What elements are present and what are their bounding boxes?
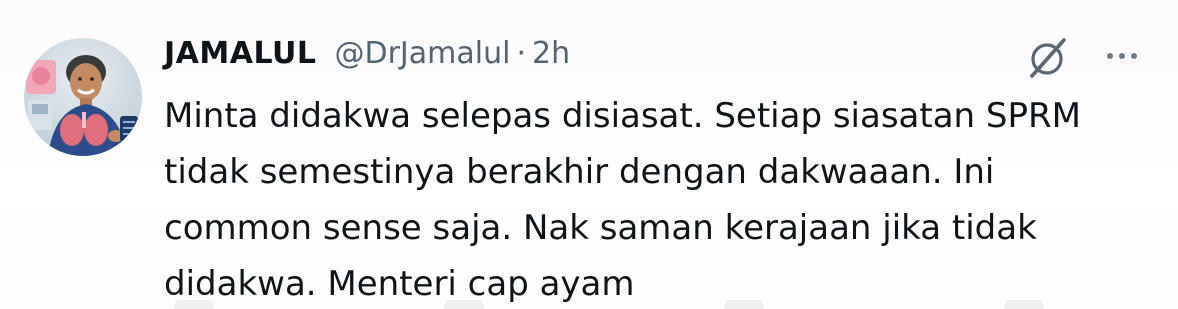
share-icon[interactable] xyxy=(1004,300,1044,309)
reply-icon[interactable] xyxy=(174,300,214,309)
grok-icon xyxy=(1030,38,1066,78)
tweet-text-line: common sense saja. Nak saman kerajaan ji… xyxy=(164,208,1037,248)
separator-dot: · xyxy=(516,36,526,71)
more-options-dot xyxy=(1131,53,1137,59)
tweet-text-line: tidak semestinya berakhir dengan dakwaaa… xyxy=(164,152,995,192)
grok-button[interactable] xyxy=(1022,32,1074,84)
tweet-card[interactable]: JAMALUL @DrJamalul · 2h Minta didakwa se… xyxy=(0,0,1178,309)
tweet-text-line: Minta didakwa selepas disiasat. Setiap s… xyxy=(164,96,1081,136)
tweet-header: JAMALUL @DrJamalul · 2h xyxy=(164,36,570,76)
display-name[interactable]: JAMALUL xyxy=(164,36,316,71)
tweet-text: Minta didakwa selepas disiasat. Setiap s… xyxy=(164,88,1154,309)
like-icon[interactable] xyxy=(724,300,764,309)
more-options-button[interactable] xyxy=(1098,36,1146,76)
more-options-dot xyxy=(1119,53,1125,59)
more-options-icon xyxy=(1107,53,1113,59)
timestamp[interactable]: 2h xyxy=(532,36,570,71)
avatar-image xyxy=(24,38,142,156)
repost-icon[interactable] xyxy=(444,300,484,309)
profile-avatar[interactable] xyxy=(24,38,142,156)
user-handle[interactable]: @DrJamalul xyxy=(334,36,510,71)
tweet-actions-bar xyxy=(164,296,1154,309)
